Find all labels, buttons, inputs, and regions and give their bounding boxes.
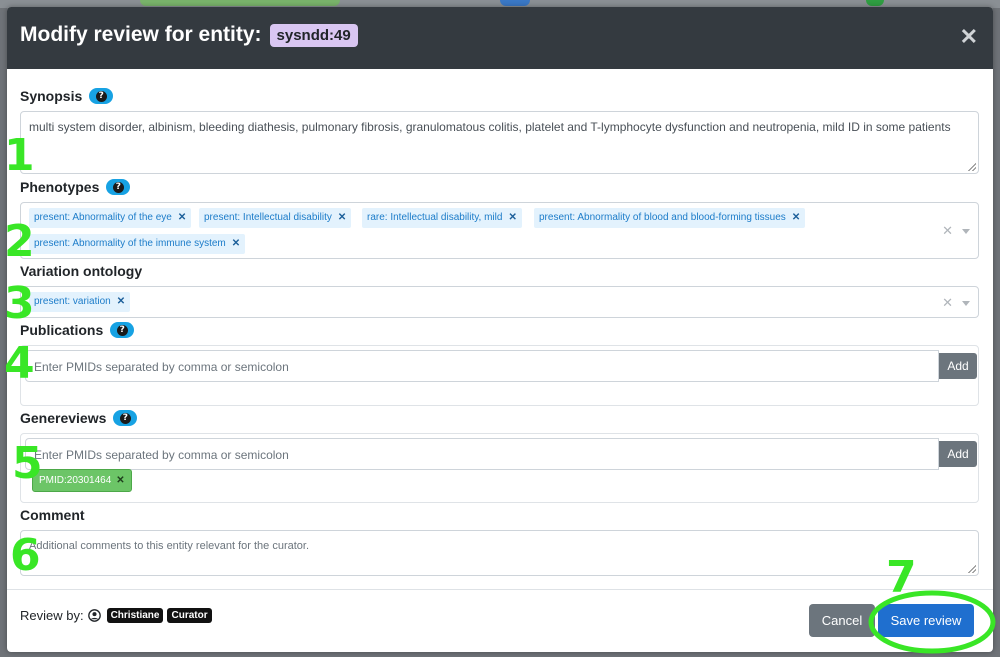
variation-label-text: Variation ontology <box>20 263 143 279</box>
remove-tag-icon[interactable]: ✕ <box>508 212 516 223</box>
remove-tag-icon[interactable]: ✕ <box>116 475 124 486</box>
genereviews-add-button[interactable]: Add <box>939 441 977 467</box>
phenotype-tag: present: Intellectual disability ✕ <box>199 208 352 228</box>
review-by-label: Review by: <box>20 608 84 623</box>
help-icon[interactable]: ? <box>106 179 131 195</box>
remove-tag-icon[interactable]: ✕ <box>117 296 125 307</box>
publications-add-button[interactable]: Add <box>939 353 977 379</box>
modal-title-text: Modify review for entity: <box>20 23 262 46</box>
phenotype-tag: present: Abnormality of blood and blood-… <box>534 208 806 228</box>
remove-tag-icon[interactable]: ✕ <box>338 212 346 223</box>
clear-selection-icon[interactable]: ✕ <box>942 295 970 311</box>
close-icon[interactable]: ✕ <box>960 24 978 50</box>
remove-tag-icon[interactable]: ✕ <box>178 212 186 223</box>
phenotype-tag-label: present: Abnormality of blood and blood-… <box>539 212 786 223</box>
phenotype-tag: present: Abnormality of the immune syste… <box>29 234 246 254</box>
synopsis-textarea[interactable]: multi system disorder, albinism, bleedin… <box>20 111 979 174</box>
comment-label: Comment <box>20 507 85 523</box>
comment-placeholder: Additional comments to this entity relev… <box>29 540 310 552</box>
resize-handle-icon[interactable] <box>968 565 976 573</box>
review-by: Review by: Christiane Curator <box>20 608 216 623</box>
chevron-down-icon[interactable] <box>962 229 970 235</box>
publications-placeholder: Enter PMIDs separated by comma or semico… <box>34 360 289 374</box>
publications-input[interactable]: Enter PMIDs separated by comma or semico… <box>25 350 939 382</box>
background-pill <box>140 0 340 6</box>
user-role-badge: Curator <box>167 608 212 623</box>
publications-input-group: Enter PMIDs separated by comma or semico… <box>25 350 977 382</box>
comment-label-text: Comment <box>20 507 85 523</box>
background-pill <box>500 0 530 6</box>
clear-selection-icon[interactable]: ✕ <box>942 223 970 239</box>
phenotype-tag-label: rare: Intellectual disability, mild <box>367 212 503 223</box>
publications-label: Publications ? <box>20 322 135 338</box>
phenotype-tag: rare: Intellectual disability, mild ✕ <box>362 208 522 228</box>
phenotypes-label: Phenotypes ? <box>20 179 131 195</box>
resize-handle-icon[interactable] <box>968 163 976 171</box>
user-circle-icon <box>87 609 101 622</box>
phenotypes-multiselect[interactable]: present: Abnormality of the eye ✕ present… <box>20 202 979 259</box>
synopsis-label-text: Synopsis <box>20 88 83 104</box>
cancel-button[interactable]: Cancel <box>809 604 875 637</box>
genereviews-input[interactable]: Enter PMIDs separated by comma or semico… <box>25 438 939 470</box>
synopsis-label: Synopsis ? <box>20 88 114 104</box>
help-icon[interactable]: ? <box>89 88 114 104</box>
footer-divider <box>7 589 993 590</box>
remove-tag-icon[interactable]: ✕ <box>232 238 240 249</box>
pmid-tag: PMID:20301464 ✕ <box>32 469 132 492</box>
entity-id-badge: sysndd:49 <box>269 23 358 47</box>
modal-title: Modify review for entity: sysndd:49 <box>20 23 358 47</box>
genereviews-label: Genereviews ? <box>20 410 138 426</box>
variation-label: Variation ontology <box>20 263 142 279</box>
variation-tag: present: variation ✕ <box>29 292 131 312</box>
variation-multiselect[interactable]: present: variation ✕ ✕ <box>20 286 979 318</box>
publications-container: Enter PMIDs separated by comma or semico… <box>20 345 979 406</box>
review-modal: Modify review for entity: sysndd:49 ✕ Sy… <box>7 7 993 652</box>
phenotype-tag: present: Abnormality of the eye ✕ <box>29 208 192 228</box>
help-icon[interactable]: ? <box>113 410 138 426</box>
modal-header: Modify review for entity: sysndd:49 ✕ <box>7 7 993 69</box>
remove-tag-icon[interactable]: ✕ <box>792 212 800 223</box>
save-review-button[interactable]: Save review <box>878 604 974 637</box>
publications-label-text: Publications <box>20 322 104 338</box>
genereviews-input-group: Enter PMIDs separated by comma or semico… <box>25 438 977 470</box>
genereviews-placeholder: Enter PMIDs separated by comma or semico… <box>34 448 289 462</box>
synopsis-value: multi system disorder, albinism, bleedin… <box>29 120 951 134</box>
comment-textarea[interactable]: Additional comments to this entity relev… <box>20 530 979 576</box>
chevron-down-icon[interactable] <box>962 301 970 307</box>
variation-tag-label: present: variation <box>34 296 111 307</box>
phenotype-tag-label: present: Intellectual disability <box>204 212 332 223</box>
phenotypes-label-text: Phenotypes <box>20 179 100 195</box>
genereviews-container: Enter PMIDs separated by comma or semico… <box>20 433 979 503</box>
user-name-badge: Christiane <box>106 608 164 623</box>
pmid-tag-label: PMID:20301464 <box>39 475 112 486</box>
phenotype-tag-label: present: Abnormality of the eye <box>34 212 172 223</box>
help-icon[interactable]: ? <box>110 322 135 338</box>
genereviews-label-text: Genereviews <box>20 410 107 426</box>
phenotype-tag-label: present: Abnormality of the immune syste… <box>34 238 226 249</box>
